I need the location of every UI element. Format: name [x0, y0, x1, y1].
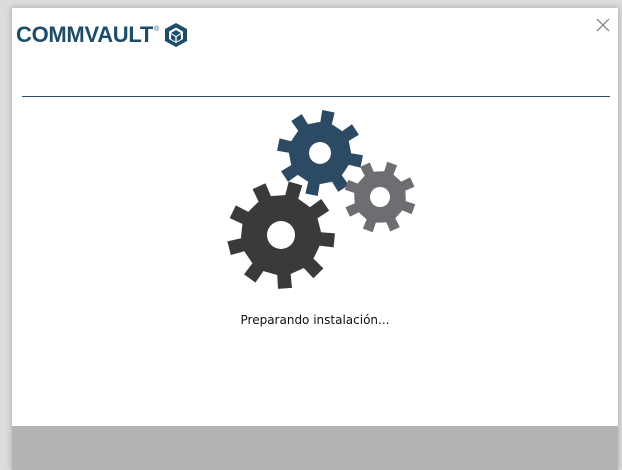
large-gear-icon	[227, 181, 335, 289]
trademark-symbol: ®	[154, 26, 160, 33]
installer-window: COMMVAULT ® Preparando instalación...	[12, 8, 618, 470]
commvault-logo: COMMVAULT ®	[16, 20, 189, 50]
gear-top-hole	[309, 142, 331, 164]
footer-bar	[12, 426, 618, 470]
gears-icon	[227, 110, 416, 289]
header: COMMVAULT ®	[12, 8, 618, 68]
close-icon[interactable]	[594, 16, 612, 34]
commvault-logo-icon	[165, 23, 188, 47]
gear-small-hole	[370, 187, 390, 207]
small-gear-icon	[344, 161, 416, 233]
header-divider	[22, 96, 610, 97]
gear-large-hole	[267, 221, 295, 249]
status-text: Preparando instalación...	[240, 313, 390, 327]
brand-name: COMMVAULT	[16, 22, 154, 47]
